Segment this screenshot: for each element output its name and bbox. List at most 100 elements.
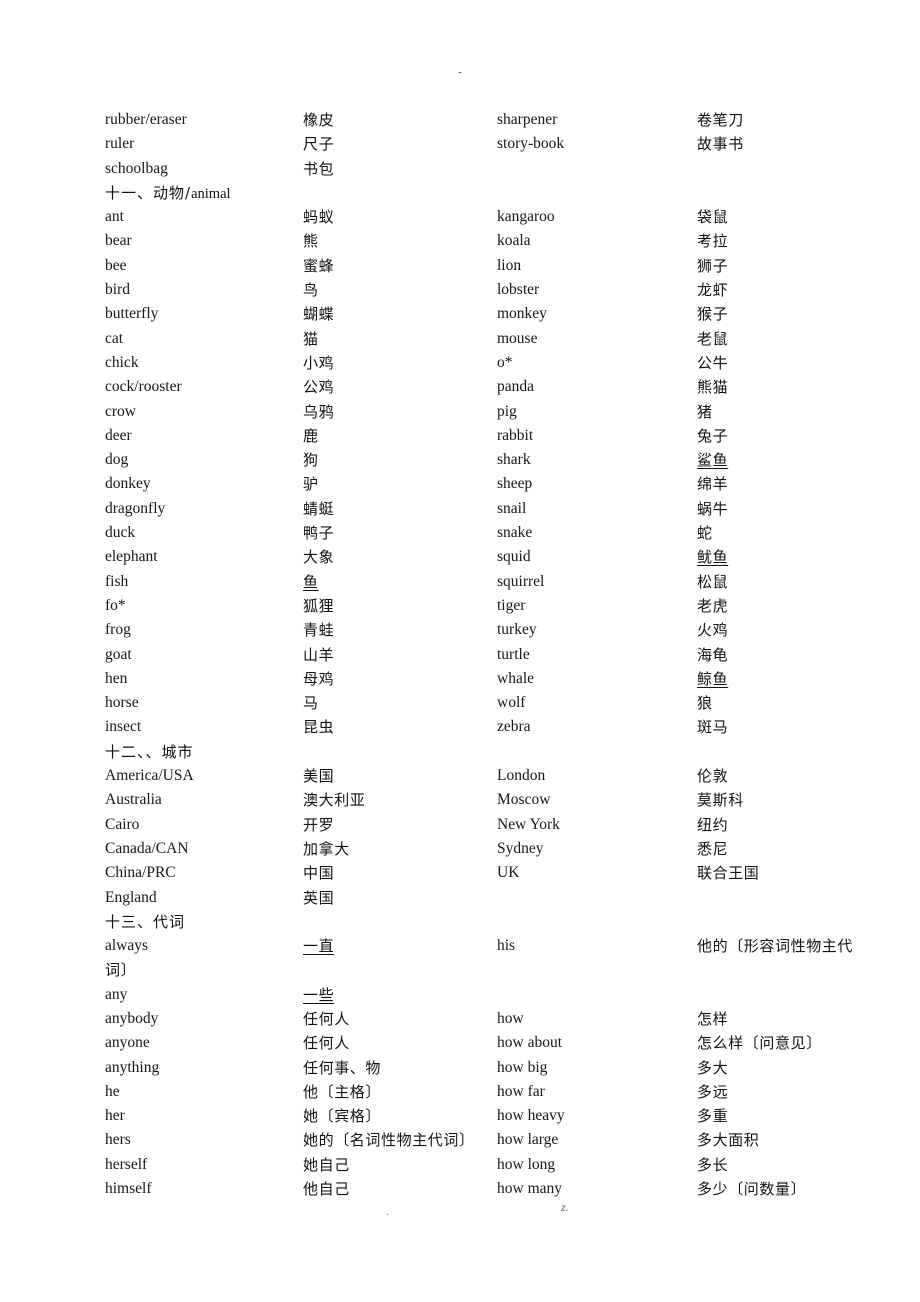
entry-term: chick xyxy=(105,353,139,371)
footer-left-mark: . xyxy=(386,1206,389,1218)
gloss-continuation: 词〕 xyxy=(105,961,137,980)
glossary-row: bee 蜜蜂 lion 狮子 xyxy=(0,254,920,278)
entry-term: anybody xyxy=(105,1009,159,1027)
entry-gloss: 中国 xyxy=(303,864,335,883)
entry-gloss: 小鸡 xyxy=(303,353,335,372)
entry-gloss: 考拉 xyxy=(697,232,729,251)
entry-gloss: 鲸鱼 xyxy=(697,669,729,688)
entry-term: Sydney xyxy=(497,839,544,857)
entry-term: goat xyxy=(105,645,132,663)
entry-gloss: 火鸡 xyxy=(697,621,729,640)
entry-gloss: 一直 xyxy=(303,937,335,956)
entry-term: o* xyxy=(497,353,513,371)
entry-term: turkey xyxy=(497,621,537,639)
entry-gloss: 多大 xyxy=(697,1058,729,1077)
section-heading-animals: 十一、动物/animal xyxy=(105,181,231,206)
glossary-row: her 她〔宾格〕 how heavy 多重 xyxy=(0,1104,920,1128)
entry-gloss: 公牛 xyxy=(697,353,729,372)
entry-term: her xyxy=(105,1107,125,1125)
entry-gloss: 多少〔问数量〕 xyxy=(697,1180,807,1199)
entry-gloss: 她〔宾格〕 xyxy=(303,1107,382,1126)
entry-gloss: 伦敦 xyxy=(697,767,729,786)
glossary-row: anything 任何事、物 how big 多大 xyxy=(0,1056,920,1080)
section-heading-row: 十二、、城市 xyxy=(0,740,920,764)
entry-term: zebra xyxy=(497,718,531,736)
glossary-row: donkey 驴 sheep 绵羊 xyxy=(0,472,920,496)
entry-term: anyone xyxy=(105,1034,150,1052)
entry-term: Moscow xyxy=(497,791,551,809)
entry-gloss: 怎样 xyxy=(697,1009,729,1028)
entry-term: tiger xyxy=(497,596,526,614)
glossary-row: ruler 尺子 story-book 故事书 xyxy=(0,132,920,156)
entry-gloss: 开罗 xyxy=(303,815,335,834)
entry-term: how xyxy=(497,1009,524,1027)
entry-term: sharpener xyxy=(497,111,558,128)
entry-term: how about xyxy=(497,1034,563,1052)
document-page: - rubber/eraser 橡皮 sharpener 卷笔刀 ruler 尺子 stor… xyxy=(0,0,920,1302)
glossary-row: China/PRC 中国 UK 联合王国 xyxy=(0,861,920,885)
section-index: 十一、 xyxy=(105,183,154,202)
glossary-row: anybody 任何人 how 怎样 xyxy=(0,1007,920,1031)
glossary-row: elephant 大象 squid 鱿鱼 xyxy=(0,545,920,569)
entry-gloss: 袋鼠 xyxy=(697,208,729,227)
entry-gloss: 斑马 xyxy=(697,718,729,737)
glossary-row: hers 她的〔名词性物主代词〕 how large 多大面积 xyxy=(0,1128,920,1152)
entry-gloss: 她自己 xyxy=(303,1155,350,1174)
entry-gloss: 龙虾 xyxy=(697,281,729,300)
entry-gloss: 大象 xyxy=(303,548,335,567)
entry-term: wolf xyxy=(497,694,526,712)
entry-gloss: 他的〔形容词性物主代 xyxy=(697,937,854,956)
entry-gloss: 多长 xyxy=(697,1155,729,1174)
entry-gloss: 老鼠 xyxy=(697,329,729,348)
entry-gloss: 猴子 xyxy=(697,305,729,324)
glossary-row: schoolbag 书包 xyxy=(0,157,920,181)
entry-term: his xyxy=(497,937,516,955)
glossary-row: hen 母鸡 whale 鲸鱼 xyxy=(0,667,920,691)
glossary-row: Canada/CAN 加拿大 Sydney 悉尼 xyxy=(0,837,920,861)
glossary-row: herself 她自己 how long 多长 xyxy=(0,1153,920,1177)
entry-gloss: 蝴蝶 xyxy=(303,305,335,324)
entry-gloss: 卷笔刀 xyxy=(697,111,744,129)
entry-gloss: 狮子 xyxy=(697,256,729,275)
entry-gloss: 橡皮 xyxy=(303,111,335,129)
glossary-row: anyone 任何人 how about 怎么样〔问意见〕 xyxy=(0,1031,920,1055)
entry-gloss: 多远 xyxy=(697,1082,729,1101)
entry-gloss: 任何事、物 xyxy=(303,1058,382,1077)
entry-term: monkey xyxy=(497,305,547,323)
glossary-row: fish 鱼 squirrel 松鼠 xyxy=(0,570,920,594)
entry-gloss: 蜜蜂 xyxy=(303,256,335,275)
entry-gloss: 故事书 xyxy=(697,135,744,154)
glossary-row: cock/rooster 公鸡 panda 熊猫 xyxy=(0,375,920,399)
glossary-row: Australia 澳大利亚 Moscow 莫斯科 xyxy=(0,788,920,812)
section-index: 十二、、 xyxy=(105,742,162,761)
entry-term: England xyxy=(105,888,157,906)
glossary-row: frog 青蛙 turkey 火鸡 xyxy=(0,618,920,642)
entry-gloss: 澳大利亚 xyxy=(303,791,366,810)
entry-term: how big xyxy=(497,1058,548,1076)
entry-term: squirrel xyxy=(497,572,545,590)
entry-term: shark xyxy=(497,451,531,469)
glossary-row: himself 他自己 how many 多少〔问数量〕 xyxy=(0,1177,920,1201)
entry-gloss: 莫斯科 xyxy=(697,791,744,810)
glossary-row: 词〕 any 一些 xyxy=(0,958,920,1007)
entry-gloss: 他〔主格〕 xyxy=(303,1082,382,1101)
entry-term: America/USA xyxy=(105,767,194,785)
glossary-row: he 他〔主格〕 how far 多远 xyxy=(0,1080,920,1104)
glossary-row: chick 小鸡 o* 公牛 xyxy=(0,351,920,375)
entry-term: New York xyxy=(497,815,560,833)
entry-term: butterfly xyxy=(105,305,159,323)
glossary-row: goat 山羊 turtle 海龟 xyxy=(0,643,920,667)
entry-term: bee xyxy=(105,256,127,274)
page-header-mark: - xyxy=(458,66,462,78)
entry-term: pig xyxy=(497,402,517,420)
entry-gloss: 猪 xyxy=(697,402,713,421)
entry-gloss: 怎么样〔问意见〕 xyxy=(697,1034,822,1053)
glossary-row: crow 乌鸦 pig 猪 xyxy=(0,400,920,424)
glossary-table: rubber/eraser 橡皮 sharpener 卷笔刀 ruler 尺子 story-… xyxy=(0,108,920,1201)
entry-gloss: 狼 xyxy=(697,694,713,713)
entry-gloss: 他自己 xyxy=(303,1180,350,1199)
entry-term: London xyxy=(497,767,546,785)
glossary-row: butterfly 蝴蝶 monkey 猴子 xyxy=(0,302,920,326)
entry-term: how far xyxy=(497,1082,545,1100)
entry-gloss: 鹿 xyxy=(303,426,319,445)
